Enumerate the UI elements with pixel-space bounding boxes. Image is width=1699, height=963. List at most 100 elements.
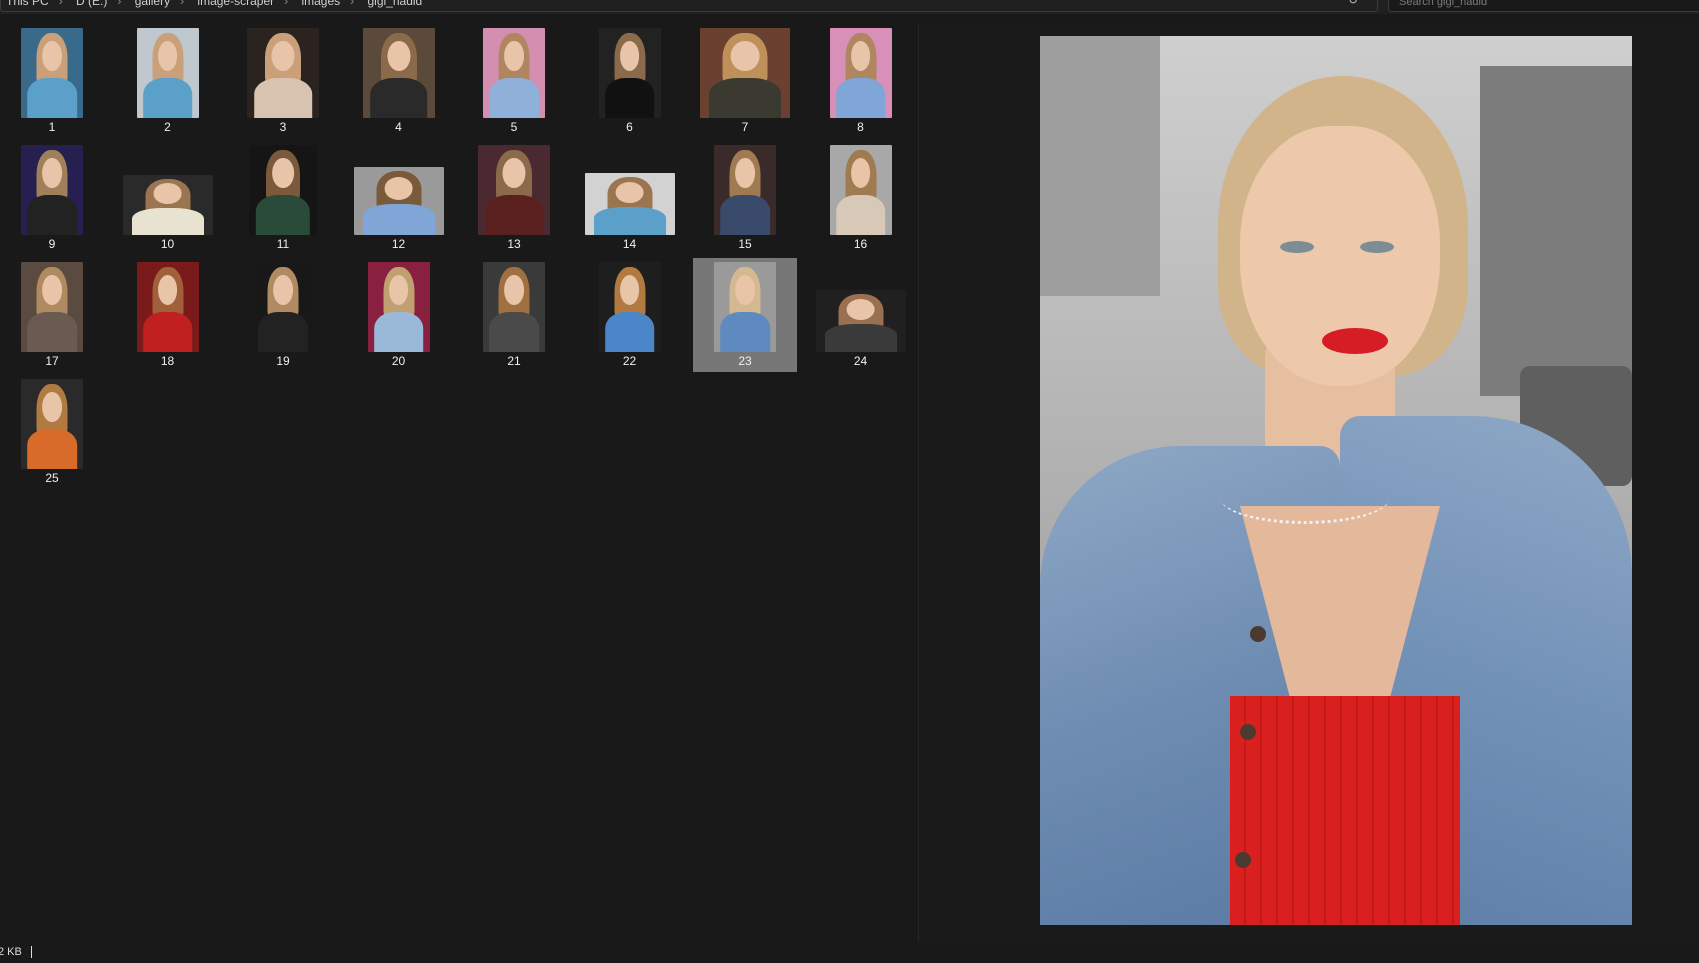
thumbnail-outfit [373,311,424,352]
thumbnail-outfit [258,311,308,352]
thumbnail-image [362,28,435,118]
thumbnail-label: 19 [276,354,290,368]
thumbnail-label: 21 [507,354,521,368]
thumbnail-tile[interactable]: 20 [347,258,451,372]
thumbnail-image [478,145,550,235]
thumbnail-image [21,379,83,469]
status-size: 2 KB [0,946,22,958]
thumbnail-outfit [489,311,539,352]
chevron-right-icon: › [180,0,185,8]
thumbnail-face [619,274,640,306]
thumbnail-outfit [362,204,435,235]
thumbnail-face [615,181,644,203]
thumbnail-label: 16 [853,237,868,251]
thumbnail-face [730,40,760,72]
breadcrumb-item[interactable]: gigi_hadid [368,0,423,8]
thumbnail-tile[interactable]: 7 [693,24,797,138]
thumbnail-tile[interactable]: 4 [347,24,451,138]
thumbnail-tile[interactable]: 17 [0,258,104,372]
thumbnail-image [136,262,199,352]
search-box[interactable] [1388,0,1699,12]
thumbnail-image [598,28,661,118]
thumbnail-tile[interactable]: 14 [578,141,682,255]
thumbnail-tile[interactable]: 2 [116,24,220,138]
thumbnail-tile[interactable]: 24 [809,258,913,372]
thumbnail-image [122,175,213,235]
thumbnail-image [714,262,776,352]
thumbnail-outfit [27,428,77,469]
search-input[interactable] [1397,0,1691,9]
breadcrumb-item[interactable]: image-scraper [197,0,274,8]
thumbnail-label: 11 [276,237,290,251]
thumbnail-tile[interactable]: 3 [231,24,335,138]
thumbnail-tile[interactable]: 9 [0,141,104,255]
thumbnail-tile[interactable]: 16 [809,141,913,255]
thumbnail-face [502,157,526,189]
thumbnail-tile[interactable]: 18 [116,258,220,372]
thumbnail-tile[interactable]: 23 [693,258,797,372]
chevron-right-icon: › [117,0,122,8]
thumbnail-tile[interactable]: 22 [578,258,682,372]
thumbnail-image [483,28,545,118]
thumbnail-outfit [593,207,666,235]
thumbnail-tile[interactable]: 15 [693,141,797,255]
thumbnail-outfit [27,311,77,352]
background-wall [1040,36,1160,296]
thumbnail-outfit [835,194,886,235]
thumbnail-face [619,40,640,72]
thumbnail-face [384,176,413,200]
thumbnail-outfit [369,77,428,118]
thumbnail-outfit [489,77,539,118]
thumbnail-tile[interactable]: 12 [347,141,451,255]
thumbnail-label: 4 [395,120,402,134]
refresh-icon[interactable]: ↻ [1348,0,1358,7]
breadcrumb-item[interactable]: images [301,0,340,8]
jacket-button [1235,852,1251,868]
status-separator [31,946,32,958]
thumbnail-outfit [27,194,77,235]
breadcrumb-item[interactable]: This PC [6,0,49,8]
thumbnail-image [353,167,444,235]
thumbnail-outfit [142,311,193,352]
thumbnail-outfit [835,77,886,118]
thumbnail-tile[interactable]: 8 [809,24,913,138]
thumbnail-face [42,274,62,306]
thumbnail-tile[interactable]: 13 [462,141,566,255]
thumbnail-label: 15 [738,237,752,251]
thumbnail-tile[interactable]: 19 [231,258,335,372]
thumbnail-face [846,298,875,320]
thumbnail-tile[interactable]: 21 [462,258,566,372]
thumbnail-label: 2 [164,120,171,134]
jacket-button [1250,626,1266,642]
breadcrumb-item[interactable]: gallery [135,0,170,8]
thumbnail-face [735,157,755,189]
breadcrumb-item[interactable]: D (E:) [76,0,107,8]
thumbnail-tile[interactable]: 25 [0,375,104,489]
thumbnail-label: 7 [741,120,749,134]
thumbnail-tile[interactable]: 5 [462,24,566,138]
thumbnail-outfit [824,324,897,352]
thumbnail-label: 23 [738,354,752,368]
thumbnail-label: 17 [45,354,59,368]
thumbnail-image [136,28,199,118]
thumbnail-outfit [604,77,655,118]
thumbnail-tile[interactable]: 11 [231,141,335,255]
thumbnail-label: 25 [45,471,59,485]
background-window [1480,66,1632,396]
thumbnail-outfit [131,208,204,235]
thumbnail-label: 5 [510,120,518,134]
thumbnail-tile[interactable]: 1 [0,24,104,138]
thumbnail-image [21,145,83,235]
thumbnail-face [273,274,293,306]
thumbnail-outfit [27,77,77,118]
thumbnail-label: 20 [391,354,406,368]
thumbnail-tile[interactable]: 6 [578,24,682,138]
jacket-button [1240,724,1256,740]
preview-red-top [1230,696,1460,925]
thumbnail-tile[interactable]: 10 [116,141,220,255]
thumbnail-outfit [254,77,312,118]
status-bar: 2 KB [0,942,1699,963]
chevron-right-icon: › [58,0,63,8]
thumbnail-image [21,262,83,352]
chevron-right-icon: › [350,0,355,8]
